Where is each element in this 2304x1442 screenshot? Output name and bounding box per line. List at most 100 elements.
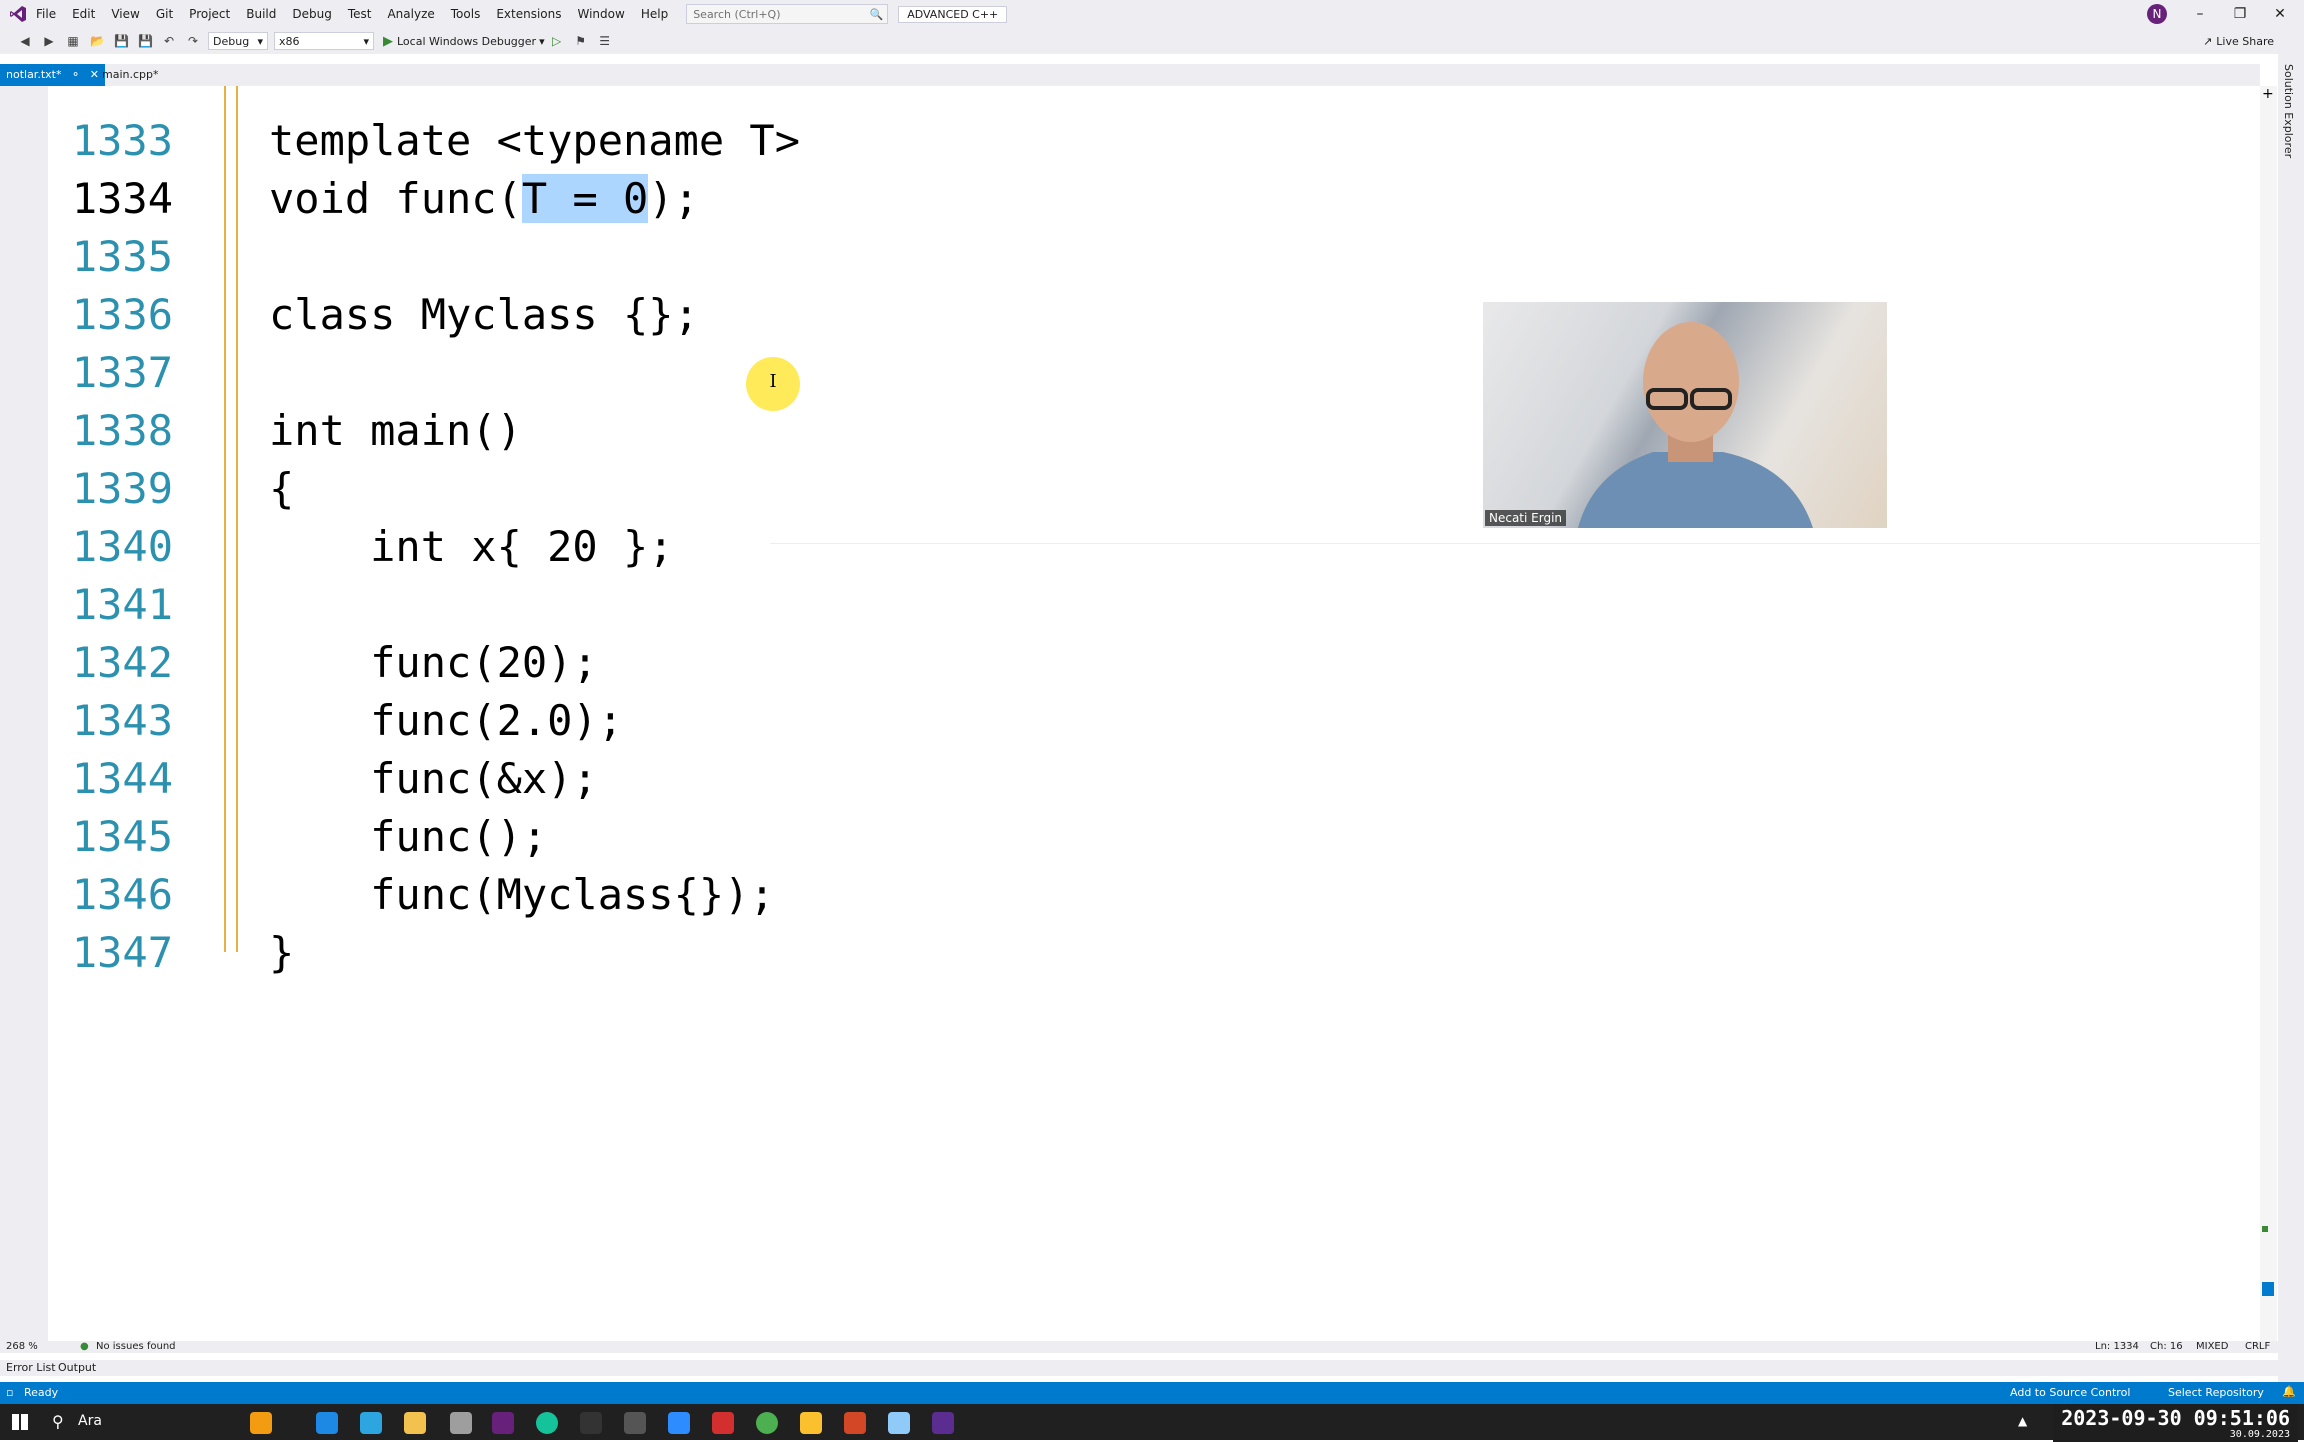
change-tracking-bar — [224, 86, 238, 952]
tab-notlar[interactable]: notlar.txt* ⚬ ✕ — [0, 64, 105, 86]
code-text: void func( — [269, 174, 522, 223]
pin-icon[interactable]: ⚬ — [71, 68, 80, 81]
menu-build[interactable]: Build — [238, 0, 284, 28]
line-number: 1338 — [71, 406, 173, 455]
code-editor[interactable]: 1333 template <typename T> 1334 void fun… — [48, 86, 2260, 1341]
search-icon[interactable]: ⚲ — [52, 1412, 64, 1431]
menu-file[interactable]: File — [28, 0, 64, 28]
search-input[interactable]: Search (Ctrl+Q) 🔍 — [686, 4, 889, 24]
toolbar: ◀ ▶ ▦ 📂 💾 💾 ↶ ↷ Debug ▾ x86 ▾ ▶ Local Wi… — [0, 28, 2304, 54]
status-icon: ▫ — [6, 1386, 14, 1399]
tabs-indicator[interactable]: MIXED — [2196, 1341, 2228, 1352]
windows-taskbar: ⚲ Ara ▲ 2023-09-30 09:51:06 30.09.2023 — [0, 1404, 2304, 1442]
file-explorer-icon[interactable] — [404, 1412, 426, 1434]
grammarly-icon[interactable] — [536, 1412, 558, 1434]
restore-icon[interactable]: ❐ — [2223, 4, 2257, 24]
search-icon: 🔍 — [869, 7, 884, 21]
tool-window-tabs: Error List Output — [0, 1360, 2304, 1376]
telegram-icon[interactable] — [360, 1412, 382, 1434]
menu-view[interactable]: View — [103, 0, 147, 28]
tab-error-list[interactable]: Error List — [6, 1361, 56, 1374]
clock[interactable]: 2023-09-30 09:51:06 30.09.2023 — [2053, 1404, 2298, 1442]
save-icon[interactable]: 💾 — [114, 34, 129, 48]
acrobat-icon[interactable] — [712, 1412, 734, 1434]
scroll-marker — [2262, 1226, 2268, 1232]
code-line-current: void func(T = 0); — [269, 170, 699, 228]
comment-icon[interactable]: ☰ — [598, 34, 612, 48]
app-icon[interactable] — [450, 1412, 472, 1434]
live-share-label: Live Share — [2216, 34, 2274, 48]
live-share-icon: ↗ — [2203, 34, 2213, 48]
tray-chevron-icon[interactable]: ▲ — [2018, 1414, 2027, 1428]
source-control-button[interactable]: Add to Source Control — [2010, 1386, 2130, 1399]
edge-icon[interactable] — [316, 1412, 338, 1434]
selected-text: T = 0 — [521, 174, 649, 223]
line-number: 1336 — [71, 290, 173, 339]
line-number: 1341 — [71, 580, 173, 629]
line-number: 1344 — [71, 754, 173, 803]
select-repository-button[interactable]: Select Repository — [2168, 1386, 2264, 1399]
avatar[interactable]: N — [2147, 4, 2167, 24]
close-icon[interactable]: ✕ — [2263, 4, 2297, 24]
line-number: 1340 — [71, 522, 173, 571]
menu-edit[interactable]: Edit — [64, 0, 103, 28]
open-icon[interactable]: 📂 — [90, 34, 105, 48]
clock-time: 2023-09-30 09:51:06 — [2061, 1406, 2290, 1430]
menu-tools[interactable]: Tools — [443, 0, 489, 28]
line-indicator[interactable]: Ln: 1334 — [2095, 1341, 2139, 1352]
tab-output[interactable]: Output — [58, 1361, 96, 1374]
issues-status[interactable]: No issues found — [96, 1341, 176, 1352]
app-icon[interactable] — [932, 1412, 954, 1434]
add-icon[interactable]: + — [2262, 86, 2274, 102]
eol-indicator[interactable]: CRLF — [2245, 1341, 2270, 1352]
obs-icon[interactable] — [580, 1412, 602, 1434]
notes-icon[interactable] — [800, 1412, 822, 1434]
menu-analyze[interactable]: Analyze — [379, 0, 442, 28]
bookmark-icon[interactable]: ⚑ — [574, 34, 588, 48]
menu-window[interactable]: Window — [570, 0, 633, 28]
start-icon[interactable] — [12, 1414, 28, 1430]
forward-icon[interactable]: ▶ — [42, 34, 56, 48]
start-without-debugging-icon[interactable]: ▷ — [550, 34, 564, 48]
redo-icon[interactable]: ↷ — [186, 34, 200, 48]
line-number: 1342 — [71, 638, 173, 687]
visual-studio-icon[interactable] — [492, 1412, 514, 1434]
app-icon[interactable] — [888, 1412, 910, 1434]
start-debugger-button[interactable]: ▶ Local Windows Debugger ▾ — [383, 34, 545, 49]
undo-icon[interactable]: ↶ — [162, 34, 176, 48]
line-number: 1343 — [71, 696, 173, 745]
menu-debug[interactable]: Debug — [284, 0, 339, 28]
back-icon[interactable]: ◀ — [18, 34, 32, 48]
menu-help[interactable]: Help — [633, 0, 676, 28]
scroll-thumb[interactable] — [2262, 1282, 2274, 1296]
taskbar-search-text[interactable]: Ara — [78, 1413, 102, 1429]
menu-git[interactable]: Git — [148, 0, 181, 28]
new-project-icon[interactable]: ▦ — [66, 34, 80, 48]
minimize-icon[interactable]: – — [2183, 4, 2217, 24]
solution-explorer-panel[interactable]: Solution Explorer — [2278, 54, 2304, 1384]
chrome-icon[interactable] — [756, 1412, 778, 1434]
menu-test[interactable]: Test — [340, 0, 380, 28]
app-icon[interactable] — [250, 1412, 272, 1434]
menu-project[interactable]: Project — [181, 0, 238, 28]
clock-date: 30.09.2023 — [2229, 1429, 2290, 1440]
vertical-scrollbar[interactable]: + — [2260, 86, 2277, 1341]
code-line: func(Myclass{}); — [269, 870, 775, 919]
calculator-icon[interactable] — [624, 1412, 646, 1434]
code-line: func(20); — [269, 638, 598, 687]
tab-main-cpp[interactable]: main.cpp* — [96, 64, 165, 86]
document-tabs: notlar.txt* ⚬ ✕ main.cpp* — [0, 64, 2260, 88]
notification-bell-icon[interactable]: 🔔 — [2282, 1385, 2296, 1398]
live-share-button[interactable]: ↗ Live Share — [2203, 28, 2274, 54]
column-indicator[interactable]: Ch: 16 — [2150, 1341, 2183, 1352]
zoom-icon[interactable] — [668, 1412, 690, 1434]
save-all-icon[interactable]: 💾 — [138, 34, 153, 48]
line-number: 1347 — [71, 928, 173, 977]
platform-select[interactable]: x86 ▾ — [274, 32, 374, 50]
menu-extensions[interactable]: Extensions — [488, 0, 569, 28]
configuration-select[interactable]: Debug ▾ — [208, 32, 268, 50]
solution-explorer-label[interactable]: Solution Explorer — [2282, 64, 2295, 158]
visual-studio-logo-icon[interactable] — [8, 4, 28, 24]
zoom-level[interactable]: 268 % — [6, 1341, 38, 1352]
powerpoint-icon[interactable] — [844, 1412, 866, 1434]
